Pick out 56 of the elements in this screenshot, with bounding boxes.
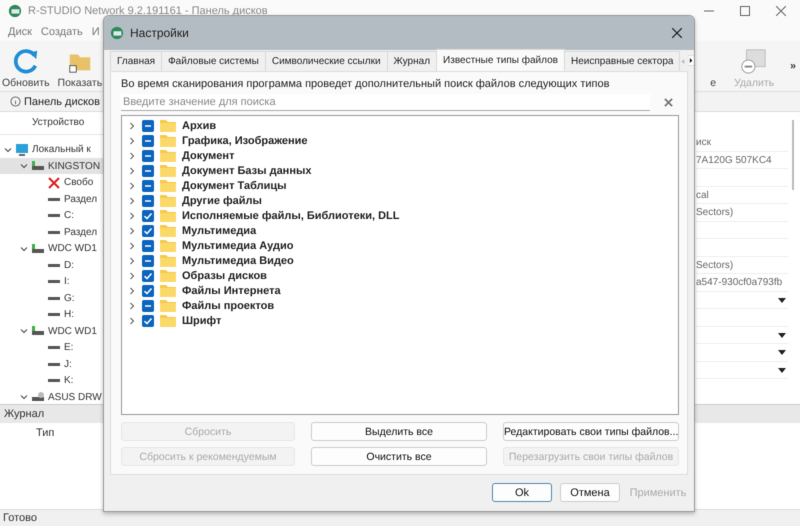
file-type-label[interactable]: Шрифт [182, 314, 222, 326]
tree-item[interactable]: H: [64, 309, 74, 320]
toolbar-button[interactable]: Показать [56, 43, 104, 90]
tree-item[interactable]: D: [64, 260, 74, 271]
window-title: R-STUDIO Network 9.2.191161 - Панель дисков [28, 4, 268, 17]
tree-item[interactable]: G: [64, 292, 75, 304]
file-type-label[interactable]: Графика, Изображение [182, 134, 308, 146]
file-type-label[interactable]: Другие файлы [182, 194, 262, 206]
file-type-label[interactable]: Архив [182, 120, 216, 132]
dialog-button[interactable]: Ok [492, 483, 552, 502]
action-button[interactable]: Редактировать свои типы файлов... [503, 422, 679, 441]
tab[interactable]: Главная [110, 51, 162, 71]
column-header[interactable]: Тип [0, 427, 54, 440]
tree-item[interactable]: J: [64, 358, 72, 370]
file-type-label[interactable]: Документ Таблицы [182, 180, 286, 192]
file-type-label[interactable]: Файлы Интернета [182, 284, 281, 296]
property-value: 7A120G 507KC4 [696, 154, 772, 166]
tab[interactable]: Неисправные сектора [564, 51, 680, 71]
action-button[interactable]: Выделить все [311, 422, 487, 441]
more-button[interactable]: » [790, 60, 796, 72]
property-value: a547-930cf0a793fb [696, 277, 782, 288]
tree-item[interactable]: I: [64, 276, 70, 288]
search-field[interactable]: Введите значение для поиска [121, 94, 650, 111]
description-text: Во время сканирования программа проведет дополнительный поиск файлов следующих типов [121, 78, 610, 90]
file-type-label[interactable]: Исполняемые файлы, Библиотеки, DLL [182, 210, 400, 222]
panel-tab[interactable]: Панель дисков [10, 96, 100, 108]
tree-item[interactable]: K: [64, 375, 74, 386]
menu-item[interactable]: Создать [40, 26, 83, 38]
file-type-label[interactable]: Мультимедиа Аудио [182, 240, 294, 252]
file-type-label[interactable]: Документ [182, 150, 234, 162]
tree-item[interactable]: Раздел [64, 226, 98, 238]
tree-item[interactable]: WDC WD1 [48, 243, 97, 254]
tree-item[interactable]: ASUS DRW [48, 392, 102, 403]
toolbar-button[interactable]: е [708, 43, 718, 90]
menu-item[interactable]: Диск [8, 26, 32, 38]
file-type-label[interactable]: Мультимедиа [182, 224, 256, 236]
toolbar-button[interactable]: Обновить [0, 43, 52, 90]
tree-item[interactable]: C: [64, 210, 74, 222]
tree-item[interactable]: Свобо [64, 177, 94, 188]
property-value: Sectors) [696, 207, 734, 218]
tree-item[interactable]: WDC WD1 [48, 326, 97, 337]
property-value: cal [696, 190, 709, 201]
dialog-button[interactable]: Отмена [560, 483, 620, 502]
file-type-label[interactable]: Мультимедиа Видео [182, 254, 294, 266]
action-button[interactable]: Очистить все [311, 447, 487, 466]
dialog-title: Настройки [130, 26, 189, 40]
tree-item[interactable]: Раздел [64, 194, 98, 205]
property-value: Sectors) [696, 260, 734, 271]
tree-item[interactable]: Локальный к [32, 144, 91, 156]
file-type-label[interactable]: Файлы проектов [182, 300, 274, 312]
file-type-label[interactable]: Образы дисков [182, 270, 267, 282]
property-value: иск [696, 137, 711, 148]
menu-item[interactable]: И [92, 26, 100, 38]
tree-item[interactable]: E: [64, 342, 74, 354]
file-type-label[interactable]: Документ Базы данных [182, 164, 312, 176]
tab[interactable]: Известные типы файлов [436, 49, 565, 71]
